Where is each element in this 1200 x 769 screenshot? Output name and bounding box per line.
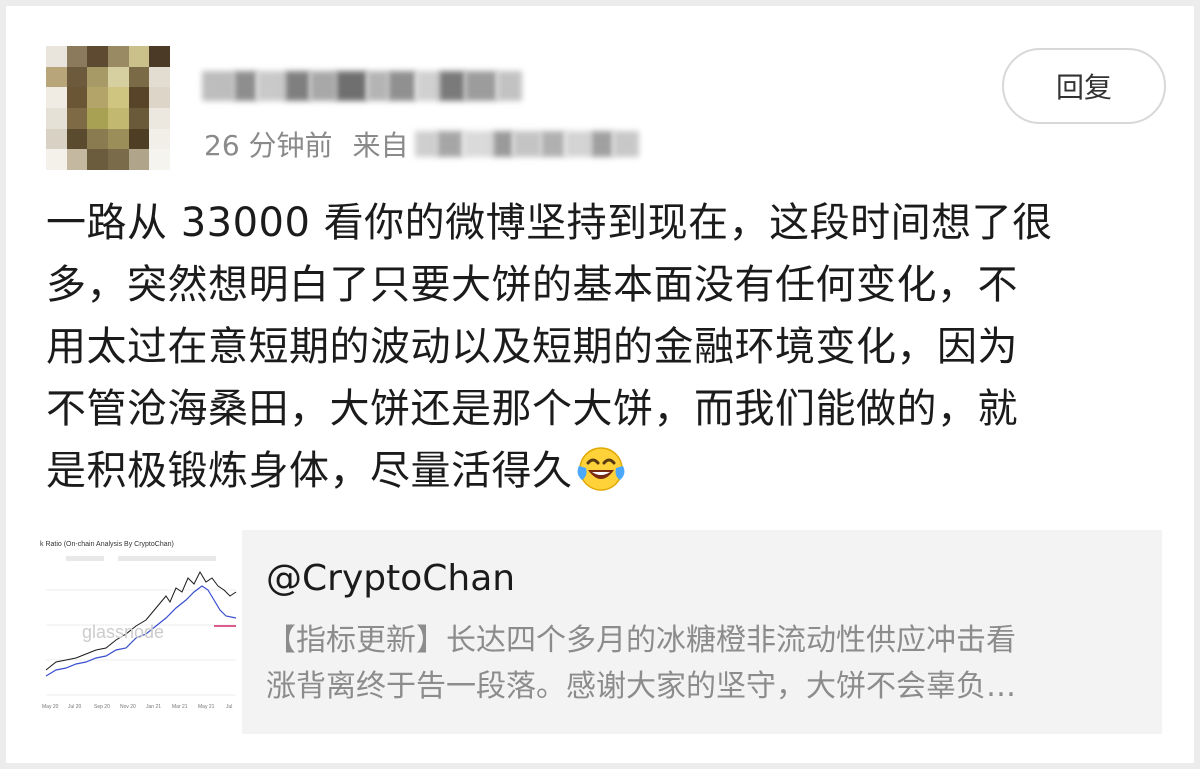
avatar-pixel: [66, 66, 88, 88]
avatar-pixel: [66, 128, 88, 150]
avatar-pixel: [149, 128, 170, 150]
avatar-pixel: [66, 107, 88, 129]
avatar-pixel: [149, 107, 170, 129]
avatar-pixel: [107, 87, 129, 108]
thumbnail-chart: k Ratio (On-chain Analysis By CryptoChan…: [38, 530, 242, 734]
avatar-pixel: [149, 149, 170, 170]
repost-text-line: 【指标更新】长达四个多月的冰糖橙非流动性供应冲击看: [266, 623, 1016, 658]
avatar-pixel: [128, 87, 150, 108]
thumbnail-chart-title: k Ratio (On-chain Analysis By CryptoChan…: [40, 541, 174, 548]
x-tick: Jul 20: [68, 704, 82, 710]
post-meta: 26 分钟前 来自: [204, 124, 665, 164]
avatar-pixel: [66, 87, 88, 108]
avatar-pixel: [107, 128, 129, 150]
x-tick: Sep 20: [94, 704, 110, 710]
avatar-pixel: [46, 149, 67, 170]
source-name-pixelated[interactable]: [414, 129, 665, 159]
avatar-pixel: [66, 149, 88, 170]
avatar-pixel: [128, 107, 150, 129]
post-text-line: 是积极锻炼身体，尽量活得久: [46, 448, 573, 494]
avatar-pixel: [149, 87, 170, 108]
avatar-pixel: [87, 66, 108, 88]
avatar-pixel: [128, 128, 150, 150]
thumbnail-watermark: glassnode: [82, 622, 164, 642]
avatar-pixel: [107, 149, 129, 170]
avatar-pixel: [149, 66, 170, 88]
repost-text-line: 涨背离终于告一段落。感谢大家的坚守，大饼不会辜负…: [266, 669, 1016, 704]
avatar-pixel: [87, 149, 108, 170]
post-text-line: 不管沧海桑田，大饼还是那个大饼，而我们能做的，就: [46, 386, 1018, 432]
avatar[interactable]: [46, 46, 170, 170]
username-pixelated[interactable]: [202, 66, 522, 106]
repost-author[interactable]: @CryptoChan: [266, 558, 515, 599]
avatar-pixel: [128, 149, 150, 170]
post-card: 26 分钟前 来自 回复 一路从 33000 看你的微博坚持到现在，这段时间想了…: [6, 6, 1194, 763]
laughing-with-tears-emoji-icon: [577, 447, 624, 491]
x-tick: Jan 21: [146, 704, 161, 710]
x-tick: Jul: [226, 704, 232, 710]
avatar-pixel: [87, 87, 108, 108]
thumbnail-legend: [66, 556, 216, 561]
post-text-line: 一路从 33000 看你的微博坚持到现在，这段时间想了很: [46, 200, 1053, 246]
avatar-pixel: [107, 66, 129, 88]
avatar-pixel: [128, 66, 150, 88]
avatar-pixel: [87, 107, 108, 129]
avatar-pixel: [107, 107, 129, 129]
x-tick: May 21: [198, 704, 215, 710]
avatar-pixel: [87, 128, 108, 150]
repost-card[interactable]: k Ratio (On-chain Analysis By CryptoChan…: [38, 530, 1162, 734]
post-text-line: 用太过在意短期的波动以及短期的金融环境变化，因为: [46, 324, 1018, 370]
post-text-line-last: 是积极锻炼身体，尽量活得久: [46, 440, 1166, 502]
avatar-pixel: [128, 46, 150, 67]
avatar-pixel: [46, 46, 67, 67]
post-body: 一路从 33000 看你的微博坚持到现在，这段时间想了很 多，突然想明白了只要大…: [46, 192, 1166, 502]
avatar-pixel: [107, 46, 129, 67]
avatar-pixel: [66, 46, 88, 67]
avatar-pixel: [87, 46, 108, 67]
repost-thumbnail[interactable]: k Ratio (On-chain Analysis By CryptoChan…: [38, 530, 242, 734]
avatar-pixel: [46, 87, 67, 108]
avatar-pixel: [46, 66, 67, 88]
post-source: 来自: [353, 124, 665, 164]
source-prefix: 来自: [352, 129, 409, 162]
reply-button[interactable]: 回复: [1002, 48, 1166, 124]
post-time: 26 分钟前: [204, 129, 333, 162]
avatar-pixel: [46, 107, 67, 129]
avatar-pixel: [46, 128, 67, 150]
repost-excerpt: 【指标更新】长达四个多月的冰糖橙非流动性供应冲击看 涨背离终于告一段落。感谢大家…: [266, 618, 1136, 710]
x-tick: Mar 21: [172, 704, 188, 710]
post-text-line: 多，突然想明白了只要大饼的基本面没有任何变化，不: [46, 262, 1018, 308]
avatar-pixel: [149, 46, 170, 67]
x-tick: Nov 20: [120, 704, 136, 710]
x-tick: May 20: [42, 704, 59, 710]
